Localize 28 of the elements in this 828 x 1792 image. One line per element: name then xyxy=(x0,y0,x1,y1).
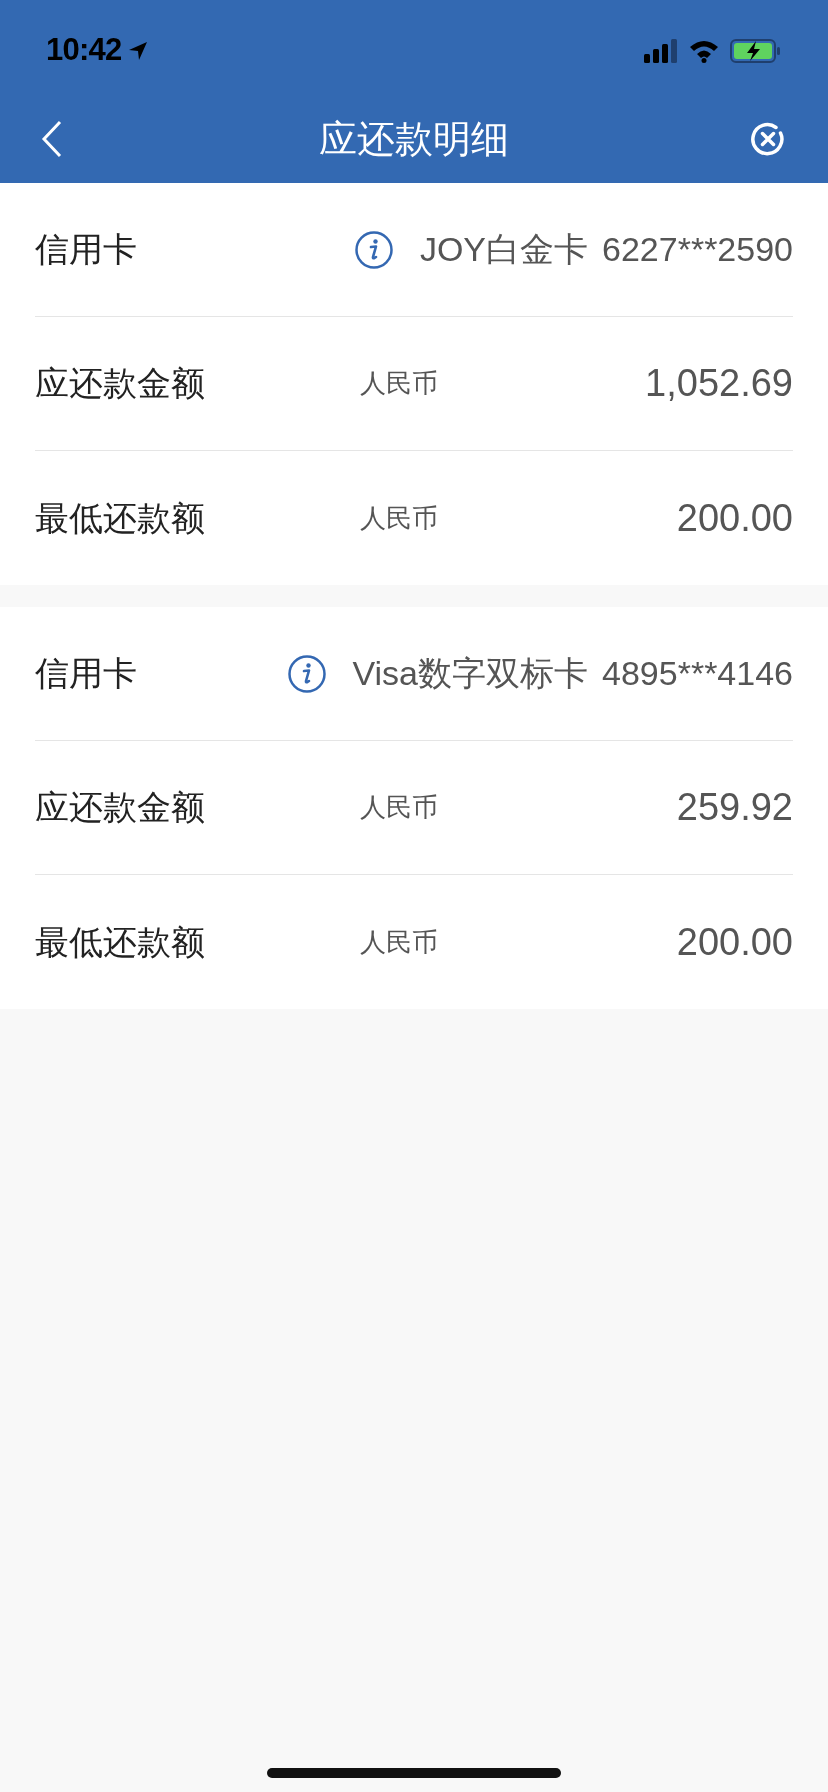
page-title: 应还款明细 xyxy=(319,116,509,162)
info-icon[interactable] xyxy=(353,229,394,270)
row-label: 最低还款额 xyxy=(35,921,206,963)
currency-label: 人民币 xyxy=(360,501,438,535)
back-icon[interactable] xyxy=(40,119,64,159)
info-icon[interactable] xyxy=(286,653,327,694)
row-label: 应还款金额 xyxy=(35,787,206,828)
currency-label: 人民币 xyxy=(360,367,438,400)
battery-icon xyxy=(730,37,782,64)
signal-icon xyxy=(644,37,678,64)
card-number: 4895***4146 xyxy=(602,653,793,694)
location-arrow-icon xyxy=(127,39,150,62)
amount-value: 200.00 xyxy=(676,495,793,541)
currency-label: 人民币 xyxy=(360,925,438,959)
amount-value: 200.00 xyxy=(676,919,793,965)
row-label: 最低还款额 xyxy=(35,497,206,539)
row-label: 信用卡 xyxy=(35,229,137,270)
row-label: 应还款金额 xyxy=(35,363,206,404)
currency-label: 人民币 xyxy=(360,791,438,824)
close-icon[interactable] xyxy=(750,121,786,157)
amount-value: 1,052.69 xyxy=(645,361,793,406)
card-name: JOY白金卡 xyxy=(419,229,589,270)
amount-value: 259.92 xyxy=(676,785,793,830)
status-time: 10:42 xyxy=(46,31,122,70)
row-label: 信用卡 xyxy=(35,653,137,694)
wifi-icon xyxy=(688,38,720,63)
card-name: Visa数字双标卡 xyxy=(352,653,589,694)
card-number: 6227***2590 xyxy=(602,229,793,270)
